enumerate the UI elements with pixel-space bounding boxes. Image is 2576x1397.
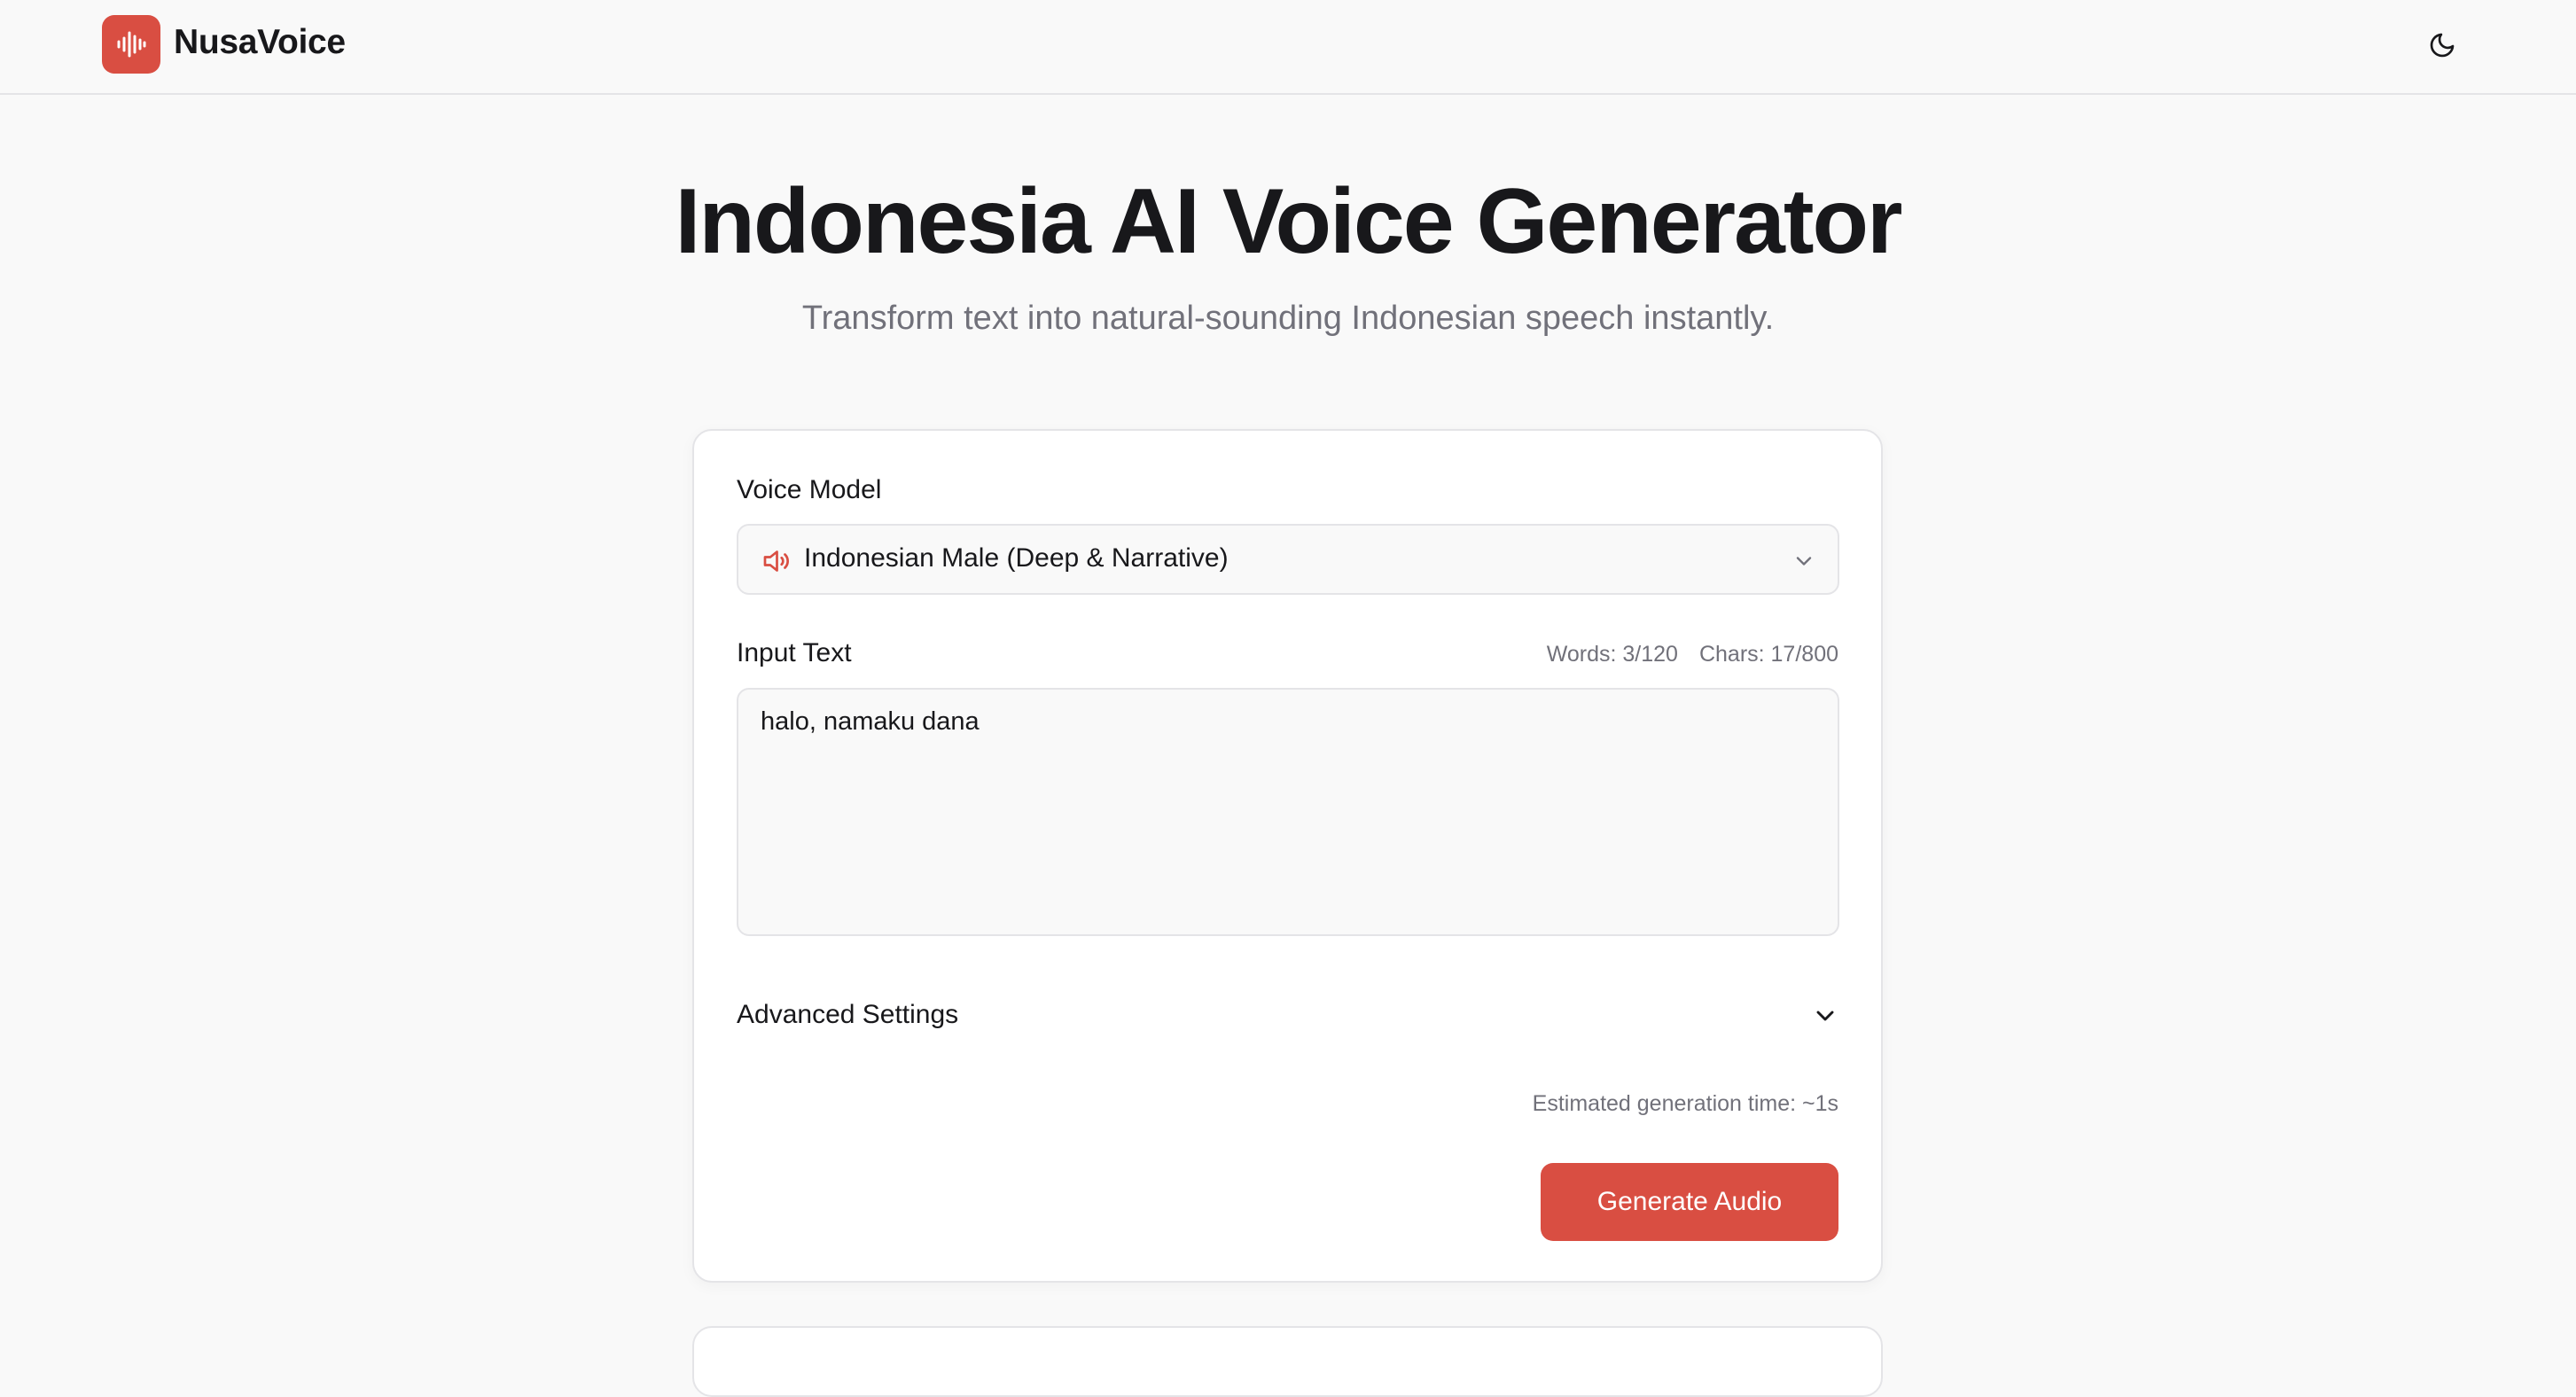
top-navbar: NusaVoice bbox=[0, 0, 2576, 95]
voice-model-select[interactable]: Indonesian Male (Deep & Narrative) bbox=[737, 524, 1839, 595]
chevron-down-icon bbox=[1796, 557, 1812, 566]
generate-audio-button[interactable]: Generate Audio bbox=[1541, 1163, 1838, 1241]
page-title: Indonesia AI Voice Generator bbox=[675, 170, 1902, 273]
brand-name[interactable]: NusaVoice bbox=[174, 23, 346, 62]
advanced-settings-label: Advanced Settings bbox=[737, 1000, 959, 1029]
chars-counter: Chars: 17/800 bbox=[1698, 642, 1838, 667]
input-text-area[interactable] bbox=[737, 688, 1839, 936]
estimated-time-text: Estimated generation time: ~1s bbox=[1532, 1091, 1838, 1116]
speaker-icon bbox=[763, 550, 789, 572]
voice-model-label: Voice Model bbox=[737, 475, 882, 504]
voice-model-selected-value: Indonesian Male (Deep & Narrative) bbox=[804, 543, 1229, 573]
theme-toggle-button[interactable] bbox=[2420, 23, 2464, 67]
input-text-label: Input Text bbox=[737, 638, 852, 667]
chevron-down-icon bbox=[1816, 1011, 1834, 1021]
output-card bbox=[692, 1326, 1883, 1397]
page-subtitle: Transform text into natural-sounding Ind… bbox=[801, 300, 1775, 337]
voice-generator-card: Voice Model Indonesian Male (Deep & Narr… bbox=[692, 429, 1883, 1283]
text-counters: Words: 3/120 Chars: 17/800 bbox=[1547, 642, 1838, 667]
moon-icon bbox=[2430, 33, 2455, 58]
advanced-settings-toggle[interactable]: Advanced Settings bbox=[737, 989, 1839, 1042]
sound-wave-icon[interactable] bbox=[102, 15, 160, 74]
words-counter: Words: 3/120 bbox=[1546, 642, 1678, 667]
